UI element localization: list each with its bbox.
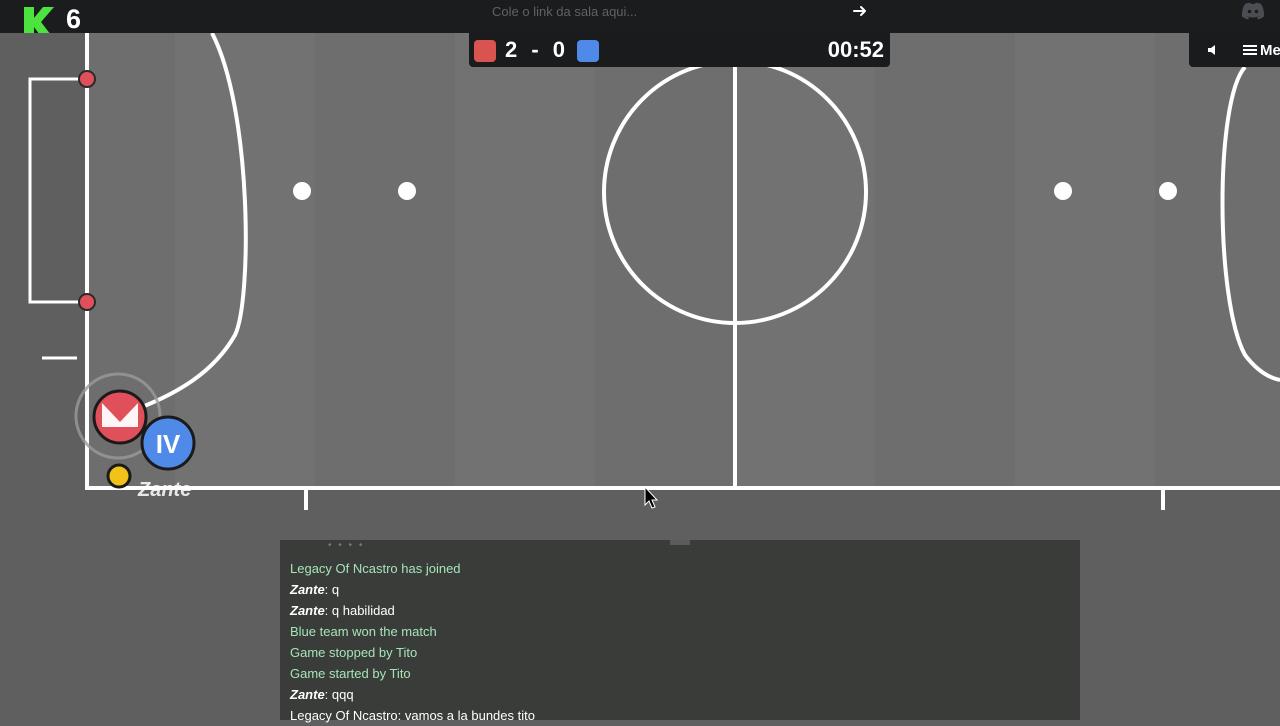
score: 2 - 0 xyxy=(505,37,566,63)
speaker-icon xyxy=(1207,44,1219,56)
join-room-button[interactable] xyxy=(840,0,880,22)
room-link-input[interactable] xyxy=(470,0,880,22)
chat-drag-handle[interactable] xyxy=(670,540,690,545)
chat-log: Legacy Of Ncastro has joined Zante: q Za… xyxy=(290,558,535,726)
scoreboard: 2 - 0 00:52 xyxy=(469,33,890,67)
right-controls: Me xyxy=(1189,33,1280,67)
discord-icon[interactable] xyxy=(1241,2,1265,20)
penalty-spot xyxy=(398,182,416,200)
chat-line-message: Zante: q habilidad xyxy=(290,600,535,621)
chat-author: Zante xyxy=(290,582,325,597)
chat-author: Zante xyxy=(290,687,325,702)
red-team-swatch xyxy=(474,40,496,62)
blue-team-swatch xyxy=(577,40,599,62)
menu-icon xyxy=(1243,44,1257,56)
sound-button[interactable] xyxy=(1201,41,1225,59)
chat-resize-dots[interactable]: • • • • xyxy=(328,540,364,551)
chat-line-system: Legacy Of Ncastro has joined xyxy=(290,558,535,579)
penalty-spot xyxy=(293,182,311,200)
menu-button[interactable]: Me xyxy=(1243,40,1280,60)
chat-line-message: Zante: qqq xyxy=(290,684,535,705)
chat-line-system: Blue team won the match xyxy=(290,621,535,642)
svg-text:IV: IV xyxy=(156,429,181,459)
top-bar: 6 xyxy=(0,0,1280,33)
penalty-spot xyxy=(1159,182,1177,200)
red-player xyxy=(94,391,146,443)
ball xyxy=(108,465,130,487)
chat-line-system: Game started by Tito xyxy=(290,663,535,684)
player-name-label: Zante xyxy=(137,479,191,501)
penalty-spot xyxy=(1054,182,1072,200)
player-count: 6 xyxy=(66,4,81,35)
match-timer: 00:52 xyxy=(828,37,884,63)
chat-line-message: Legacy Of Ncastro: vamos a la bundes tit… xyxy=(290,705,535,726)
chat-line-system: Game stopped by Tito xyxy=(290,642,535,663)
blue-player: IV xyxy=(142,417,194,469)
menu-label: Me xyxy=(1260,42,1280,59)
goal-post-bottom xyxy=(79,294,95,310)
goal-post-top xyxy=(79,71,95,87)
chat-panel: • • • • Legacy Of Ncastro has joined Zan… xyxy=(280,540,1080,720)
arrow-right-icon xyxy=(853,4,867,18)
chat-author: Zante xyxy=(290,603,325,618)
chat-line-message: Zante: q xyxy=(290,579,535,600)
